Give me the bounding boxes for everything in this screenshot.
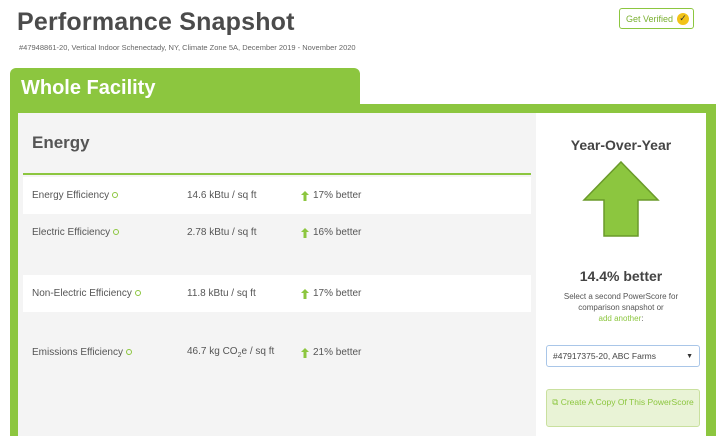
info-icon[interactable]: [113, 229, 120, 236]
metric-value: 14.6 kBtu / sq ft: [187, 190, 257, 201]
energy-heading: Energy: [32, 133, 90, 152]
caret-down-icon: ▼: [686, 352, 693, 360]
metric-row: Emissions Efficiency 46.7 kg CO2e / sq f…: [23, 334, 531, 371]
metric-value: 2.78 kBtu / sq ft: [187, 227, 257, 238]
info-icon[interactable]: [125, 349, 132, 356]
metric-value: 46.7 kg CO2e / sq ft: [187, 346, 274, 359]
metric-value-prefix: 46.7 kg CO: [187, 346, 238, 357]
tab-whole-facility[interactable]: Whole Facility: [10, 68, 360, 105]
metric-change-text: 17% better: [313, 190, 362, 201]
yoy-description-text: Select a second PowerScore for compariso…: [563, 292, 679, 312]
tab-label: Whole Facility: [21, 77, 156, 99]
comparison-select-value: #47917375-20, ABC Farms: [553, 351, 657, 361]
comparison-select[interactable]: #47917375-20, ABC Farms ▼: [546, 345, 700, 367]
metric-name-text: Emissions Efficiency: [32, 347, 123, 358]
metric-name-text: Energy Efficiency: [32, 190, 110, 201]
metric-name: Energy Efficiency: [32, 190, 119, 201]
big-up-arrow-icon: [582, 160, 660, 237]
yoy-title: Year-Over-Year: [570, 137, 672, 153]
metric-change: 16% better: [301, 227, 361, 238]
get-verified-label: Get Verified: [626, 13, 674, 24]
check-badge-icon: ✓: [677, 12, 690, 25]
info-icon[interactable]: [112, 192, 119, 199]
metric-change-text: 21% better: [313, 347, 362, 358]
info-icon[interactable]: [134, 290, 141, 297]
up-arrow-icon: [301, 227, 309, 238]
energy-divider: [23, 173, 531, 175]
metric-name-text: Non-Electric Efficiency: [32, 288, 132, 299]
metric-row: Energy Efficiency 14.6 kBtu / sq ft 17% …: [23, 177, 531, 214]
facility-subtitle: #47948861-20, Vertical Indoor Schenectad…: [19, 43, 356, 52]
page-title: Performance Snapshot: [17, 8, 295, 36]
up-arrow-icon: [301, 347, 309, 358]
yoy-description: Select a second PowerScore for compariso…: [544, 291, 698, 324]
metric-change-text: 16% better: [313, 227, 362, 238]
metric-name: Electric Efficiency: [32, 227, 120, 238]
metric-value-suffix: e / sq ft: [241, 346, 275, 357]
metric-change: 17% better: [301, 190, 361, 201]
metric-change-text: 17% better: [313, 288, 362, 299]
metric-row: Non-Electric Efficiency 11.8 kBtu / sq f…: [23, 275, 531, 312]
metric-name: Emissions Efficiency: [32, 347, 132, 358]
facility-panel: Energy Energy Efficiency 14.6 kBtu / sq …: [10, 104, 716, 436]
create-copy-label: Create A Copy Of This PowerScore: [560, 397, 694, 407]
metric-row: Electric Efficiency 2.78 kBtu / sq ft 16…: [23, 214, 531, 251]
metric-value: 11.8 kBtu / sq ft: [187, 288, 256, 299]
metric-name: Non-Electric Efficiency: [32, 288, 141, 299]
create-copy-button[interactable]: ⧉ Create A Copy Of This PowerScore: [546, 389, 700, 427]
up-arrow-icon: [301, 288, 309, 299]
metric-name-text: Electric Efficiency: [32, 227, 111, 238]
add-link-suffix: :: [641, 314, 644, 323]
year-over-year-panel: Year-Over-Year 14.4% better Select a sec…: [536, 113, 706, 436]
metric-change: 21% better: [301, 347, 361, 358]
metric-change: 17% better: [301, 288, 361, 299]
get-verified-button[interactable]: Get Verified ✓: [619, 8, 695, 29]
yoy-value: 14.4% better: [579, 268, 663, 284]
up-arrow-icon: [301, 190, 309, 201]
add-another-link[interactable]: add another: [599, 314, 642, 323]
copy-icon: ⧉: [552, 397, 559, 407]
panel-content: Energy Energy Efficiency 14.6 kBtu / sq …: [18, 113, 706, 436]
